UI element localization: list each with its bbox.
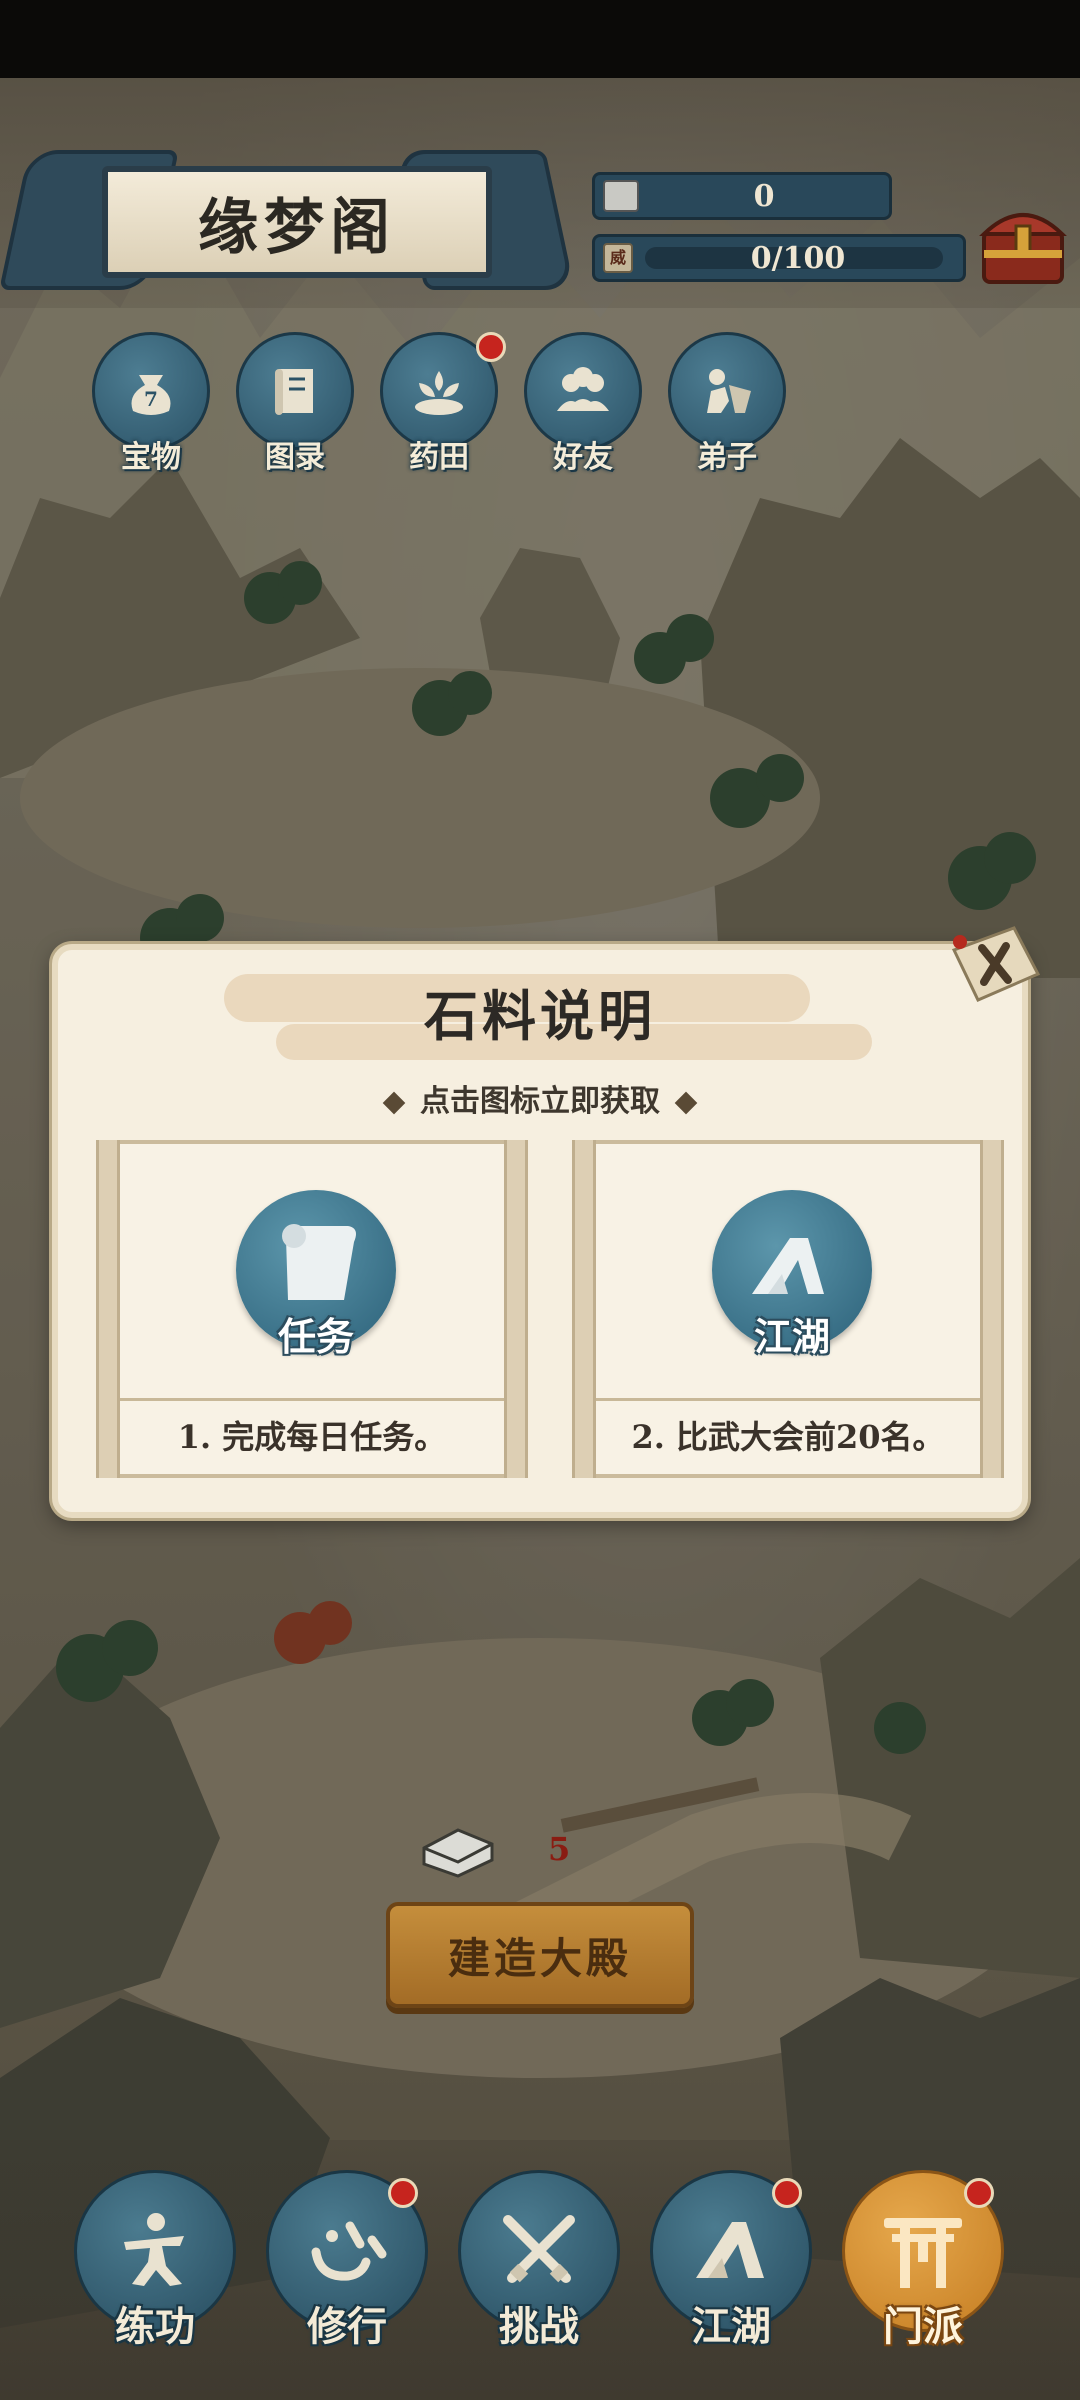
prestige-progress-bar[interactable]: 威 0/100 (592, 234, 966, 282)
nav-label: 挑战 (499, 2303, 579, 2350)
treasure-chest-icon[interactable] (978, 192, 1068, 290)
stone-count: 0 (753, 178, 775, 214)
source-card-task[interactable]: 任务 1. 完成每日任务。 (96, 1140, 528, 1478)
nav-challenge[interactable]: 挑战 (458, 2170, 620, 2370)
notification-badge (388, 2178, 418, 2208)
stone-info-dialog: 石料说明 点击图标立即获取 任务 1. 完成每日任务。 江湖 2. 比武大会前2… (52, 944, 1028, 1518)
sect-name: 缘梦阁 (198, 192, 396, 263)
dialog-subtitle-text: 点击图标立即获取 (420, 1084, 660, 1119)
nav-label: 练功 (115, 2303, 195, 2350)
top-icon-friends[interactable]: 好友 (524, 332, 642, 475)
prestige-badge-icon: 威 (603, 243, 633, 273)
close-dialog-button[interactable] (944, 920, 1044, 1010)
card-divider (120, 1398, 504, 1401)
emblem-label: 江湖 (753, 1314, 830, 1359)
top-icon-treasure[interactable]: 7 宝物 (92, 332, 210, 475)
dialog-subtitle: 点击图标立即获取 (58, 1076, 1022, 1120)
top-icon-label: 药田 (409, 440, 469, 475)
nav-training[interactable]: 练功 (74, 2170, 236, 2370)
top-icon-catalog[interactable]: 图录 (236, 332, 354, 475)
notification-badge (964, 2178, 994, 2208)
plaque-board: 缘梦阁 (102, 166, 492, 278)
card-description: 2. 比武大会前20名。 (631, 1418, 945, 1456)
nav-jianghu[interactable]: 江湖 (650, 2170, 812, 2370)
notification-badge (772, 2178, 802, 2208)
nav-label: 江湖 (691, 2303, 771, 2350)
dialog-title: 石料说明 (424, 984, 656, 1048)
diamond-icon (674, 1091, 698, 1115)
top-icon-label: 图录 (265, 440, 325, 475)
card-divider (596, 1398, 980, 1401)
required-stone-count: 5 (548, 1830, 571, 1868)
sect-title-plaque: 缘梦阁 (0, 150, 575, 290)
nav-sect[interactable]: 门派 (842, 2170, 1004, 2370)
stone-resource-bar[interactable]: 0 (592, 172, 892, 220)
top-icon-label: 弟子 (697, 440, 757, 475)
build-hall-button[interactable]: 建造大殿 (386, 1902, 694, 2008)
card-description: 1. 完成每日任务。 (177, 1418, 447, 1456)
nav-cultivation[interactable]: 修行 (266, 2170, 428, 2370)
notification-badge (476, 332, 506, 362)
top-icon-herb-field[interactable]: 药田 (380, 332, 506, 475)
top-icon-label: 宝物 (121, 440, 181, 475)
stone-marker-icon (418, 1820, 498, 1880)
nav-label: 门派 (883, 2303, 963, 2350)
build-hall-label: 建造大殿 (447, 1933, 632, 1983)
top-icon-label: 好友 (553, 440, 613, 475)
diamond-icon (382, 1091, 406, 1115)
top-icon-disciples[interactable]: 弟子 (668, 332, 786, 475)
progress-text: 0/100 (750, 240, 846, 276)
nav-label: 修行 (307, 2303, 387, 2350)
source-card-jianghu[interactable]: 江湖 2. 比武大会前20名。 (572, 1140, 1004, 1478)
stone-icon (603, 180, 639, 212)
svg-text:7: 7 (144, 387, 158, 411)
emblem-label: 任务 (277, 1314, 354, 1359)
